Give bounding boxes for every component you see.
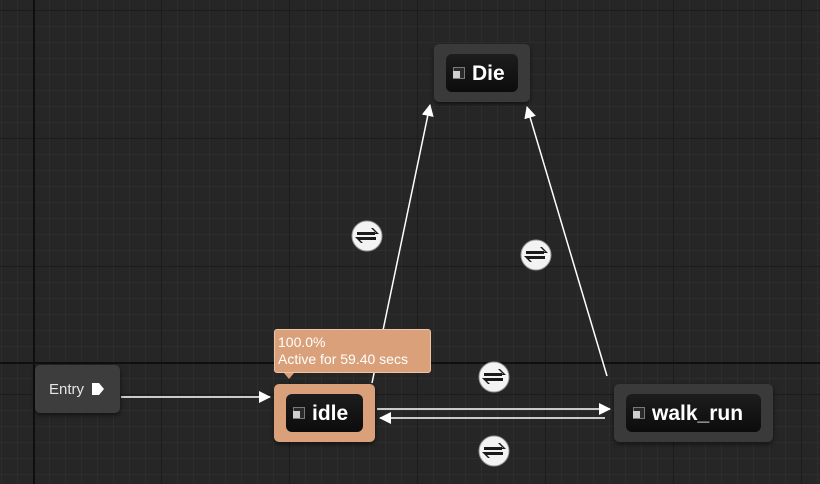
state-icon [633,407,645,419]
transition-rule-icon[interactable] [478,435,510,467]
state-icon [453,67,465,79]
state-label-die: Die [472,61,505,85]
state-node-die[interactable]: Die [434,44,530,102]
entry-arrow-icon[interactable] [91,382,105,396]
state-node-idle[interactable]: idle [274,384,375,442]
state-node-body: Die [446,54,518,92]
state-node-body: walk_run [626,394,761,432]
entry-node[interactable]: Entry [35,365,120,413]
state-node-body: idle [286,394,363,432]
state-node-walk-run[interactable]: walk_run [614,384,773,442]
active-state-tooltip: 100.0% Active for 59.40 secs [274,329,431,373]
state-weight-text: 100.0% [278,334,326,350]
state-icon [293,407,305,419]
transition-rule-icon[interactable] [520,239,552,271]
state-machine-graph-canvas[interactable]: Entry Die idle walk_run 100.0% Active fo… [0,0,820,484]
state-label-walk-run: walk_run [652,401,744,425]
state-label-idle: idle [312,401,349,425]
entry-label: Entry [49,380,85,398]
tooltip-pointer [284,373,294,379]
transition-rule-icon[interactable] [478,361,510,393]
transition-rule-icon[interactable] [351,220,383,252]
active-duration-text: Active for 59.40 secs [278,351,408,367]
